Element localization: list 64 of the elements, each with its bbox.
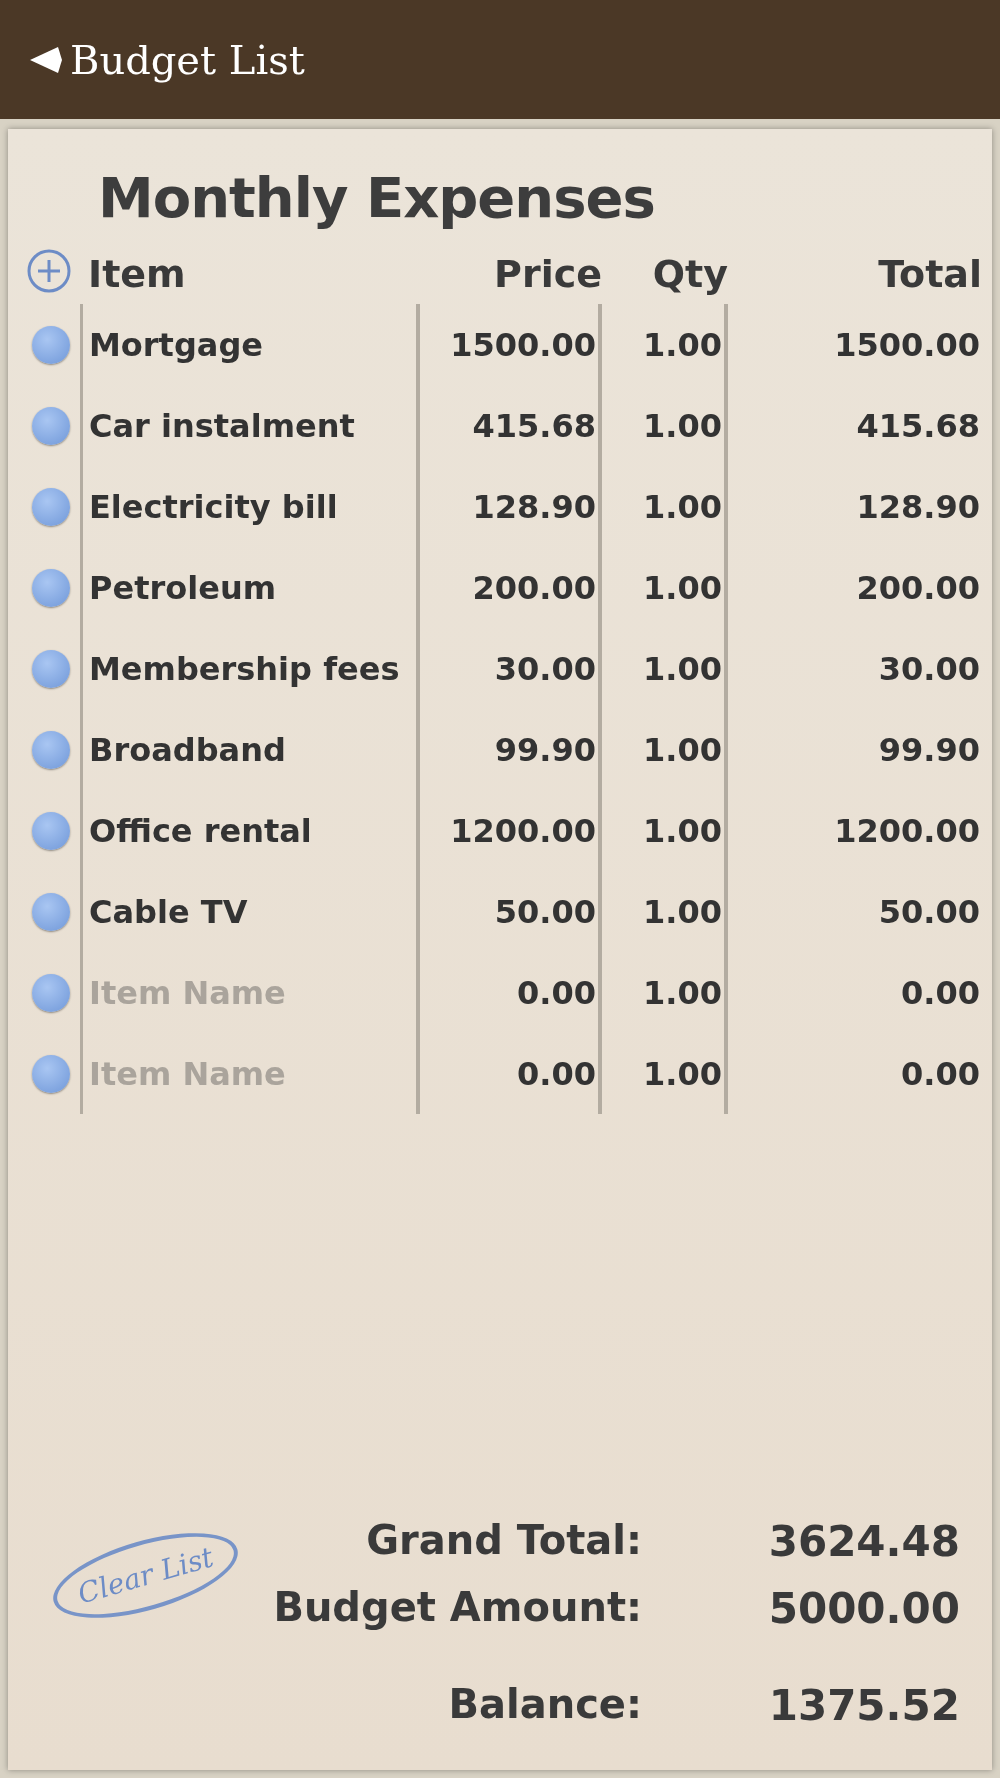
price-cell: 1200.00 [450,811,596,850]
price-cell: 99.90 [494,730,596,769]
row-bullet-icon[interactable] [32,487,70,526]
column-header: Item [87,252,187,298]
row-bullet-icon[interactable] [32,730,70,769]
price-cell: 415.68 [472,406,596,445]
item-name: Office rental [89,811,312,850]
price-cell: 50.00 [494,892,596,931]
qty-cell: 1.00 [643,406,722,445]
summary-label: Grand Total: [365,1517,642,1565]
qty-cell: 1.00 [643,1054,722,1093]
qty-cell: 1.00 [643,811,722,850]
summary-value: 5000.00 [767,1584,961,1633]
total-cell: 0.00 [901,973,980,1012]
price-cell: 1500.00 [450,325,596,364]
item-name: Mortgage [89,325,263,364]
total-cell: 1200.00 [834,811,980,850]
summary-label: Balance: [447,1681,642,1729]
list-title: Monthly Expenses [98,165,656,230]
qty-cell: 1.00 [643,892,722,931]
column-header: Qty [651,252,728,298]
qty-cell: 1.00 [643,487,722,526]
row-bullet-icon[interactable] [32,568,70,607]
qty-cell: 1.00 [643,325,722,364]
item-name-field[interactable]: Item Name [89,973,409,1012]
price-cell: 0.00 [517,973,596,1012]
item-name: Electricity bill [89,487,338,526]
item-name: Membership fees [89,649,400,688]
back-button[interactable]: Budget List [28,36,305,83]
total-cell: 1500.00 [834,325,980,364]
item-name-field[interactable]: Item Name [89,1054,409,1093]
column-header: Total [877,252,982,298]
row-bullet-icon[interactable] [32,892,70,931]
qty-cell: 1.00 [643,730,722,769]
price-cell: 128.90 [472,487,596,526]
row-bullet-icon[interactable] [32,973,70,1012]
item-name: Petroleum [89,568,276,607]
price-cell: 200.00 [472,568,596,607]
summary-label: Budget Amount: [272,1584,642,1632]
total-cell: 0.00 [901,1054,980,1093]
qty-cell: 1.00 [643,649,722,688]
summary-value: 3624.48 [767,1517,961,1566]
price-cell: 30.00 [494,649,596,688]
row-bullet-icon[interactable] [32,325,70,364]
total-cell: 30.00 [878,649,980,688]
total-cell: 50.00 [878,892,980,931]
summary-value: 1375.52 [767,1681,961,1730]
item-name: Broadband [89,730,286,769]
row-bullet-icon[interactable] [32,649,70,688]
total-cell: 128.90 [856,487,980,526]
qty-cell: 1.00 [643,568,722,607]
total-cell: 200.00 [856,568,980,607]
total-cell: 99.90 [878,730,980,769]
item-name: Cable TV [89,892,248,931]
back-arrow-icon [28,44,64,75]
row-bullet-icon[interactable] [32,811,70,850]
qty-cell: 1.00 [643,973,722,1012]
add-icon[interactable] [26,248,72,294]
item-name: Car instalment [89,406,355,445]
price-cell: 0.00 [517,1054,596,1093]
row-bullet-icon[interactable] [32,1054,70,1093]
column-header: Price [493,252,602,298]
total-cell: 415.68 [856,406,980,445]
row-bullet-icon[interactable] [32,406,70,445]
